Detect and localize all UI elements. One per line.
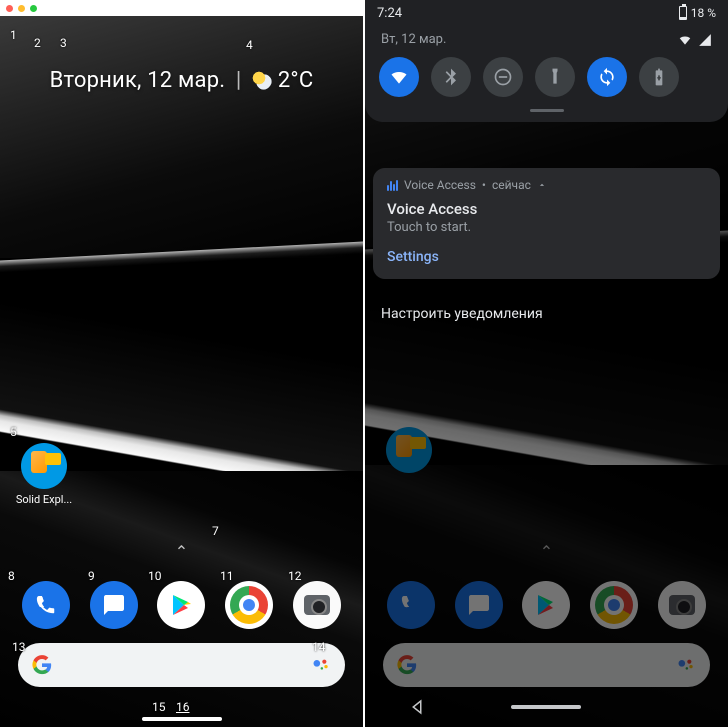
- va-number-9[interactable]: 9: [88, 569, 95, 583]
- notif-sep: •: [482, 178, 486, 192]
- dock: [0, 581, 363, 629]
- nav-back-icon[interactable]: [408, 698, 426, 716]
- battery-text: 18 %: [691, 6, 716, 20]
- google-g-icon: [32, 655, 52, 675]
- qs-bluetooth[interactable]: [431, 57, 471, 97]
- widget-separator: |: [236, 68, 242, 93]
- app-camera[interactable]: [293, 581, 341, 629]
- va-number-3[interactable]: 3: [60, 36, 67, 50]
- wifi-status-icon: [678, 33, 692, 47]
- va-number-13[interactable]: 13: [12, 640, 26, 654]
- assistant-icon: [311, 655, 331, 675]
- va-number-12[interactable]: 12: [288, 569, 302, 583]
- mac-max-dot[interactable]: [30, 5, 37, 12]
- signal-status-icon: [698, 33, 712, 47]
- chevron-up-icon[interactable]: [537, 180, 547, 190]
- shade-date-row: Вт, 12 мар.: [365, 28, 728, 47]
- va-number-11[interactable]: 11: [220, 569, 234, 583]
- va-number-2[interactable]: 2: [34, 36, 41, 50]
- solid-explorer-icon: [21, 443, 67, 489]
- va-number-14[interactable]: 14: [312, 640, 326, 654]
- manage-notifications[interactable]: Настроить уведомления: [365, 300, 728, 328]
- shade-date: Вт, 12 мар.: [381, 32, 446, 47]
- navigation-bar: [365, 687, 728, 727]
- qs-dnd[interactable]: [483, 57, 523, 97]
- date-text: Вторник, 12 мар.: [50, 68, 226, 93]
- manage-notifications-label: Настроить уведомления: [381, 306, 543, 322]
- battery-icon: [679, 6, 687, 20]
- solid-explorer-label: Solid Expl...: [14, 493, 74, 506]
- va-number-8[interactable]: 8: [8, 569, 15, 583]
- mac-close-dot[interactable]: [6, 5, 13, 12]
- va-number-10[interactable]: 10: [148, 569, 162, 583]
- nav-home-pill[interactable]: [142, 717, 222, 721]
- date-weather-widget[interactable]: Вторник, 12 мар. | 2°C: [0, 68, 363, 93]
- shade-drag-handle[interactable]: [530, 109, 564, 112]
- va-number-16[interactable]: 16: [176, 700, 190, 714]
- voice-access-notification[interactable]: Voice Access • сейчас Voice Access Touch…: [373, 168, 720, 279]
- weather-icon: [252, 70, 272, 90]
- right-phone-shade: ⌃ 7:24 18 %: [365, 0, 728, 727]
- qs-battery-saver[interactable]: [639, 57, 679, 97]
- va-number-7[interactable]: 7: [212, 524, 219, 538]
- app-solid-explorer[interactable]: Solid Expl...: [14, 443, 74, 506]
- qs-wifi[interactable]: [379, 57, 419, 97]
- notif-title: Voice Access: [387, 200, 706, 218]
- left-phone-home: 1 2 3 4 5 7 8 9 10 11 12 13 14 15 16 Вто…: [0, 0, 363, 727]
- notif-header: Voice Access • сейчас: [387, 178, 706, 192]
- notif-app: Voice Access: [404, 178, 476, 192]
- qs-flashlight[interactable]: [535, 57, 575, 97]
- qs-tiles: [365, 47, 728, 103]
- notif-settings-action[interactable]: Settings: [387, 249, 706, 265]
- mac-window-bar: [0, 0, 363, 16]
- voice-access-icon: [387, 179, 398, 191]
- va-number-4[interactable]: 4: [246, 38, 253, 52]
- va-number-5[interactable]: 5: [10, 425, 17, 439]
- mac-min-dot[interactable]: [18, 5, 25, 12]
- app-messages[interactable]: [90, 581, 138, 629]
- va-number-15[interactable]: 15: [152, 700, 166, 714]
- nav-home-pill[interactable]: [511, 705, 581, 709]
- app-phone[interactable]: [22, 581, 70, 629]
- search-bar[interactable]: [18, 643, 345, 687]
- status-bar: 7:24 18 %: [365, 0, 728, 26]
- app-drawer-caret-icon[interactable]: ⌃: [175, 542, 188, 561]
- status-time: 7:24: [377, 6, 402, 21]
- battery-indicator: 18 %: [679, 6, 716, 20]
- app-chrome[interactable]: [225, 581, 273, 629]
- temp-text: 2°C: [278, 68, 314, 93]
- va-number-1[interactable]: 1: [10, 28, 17, 42]
- qs-rotation[interactable]: [587, 57, 627, 97]
- app-play-store[interactable]: [157, 581, 205, 629]
- notif-body: Touch to start.: [387, 220, 706, 235]
- notif-time: сейчас: [492, 178, 531, 192]
